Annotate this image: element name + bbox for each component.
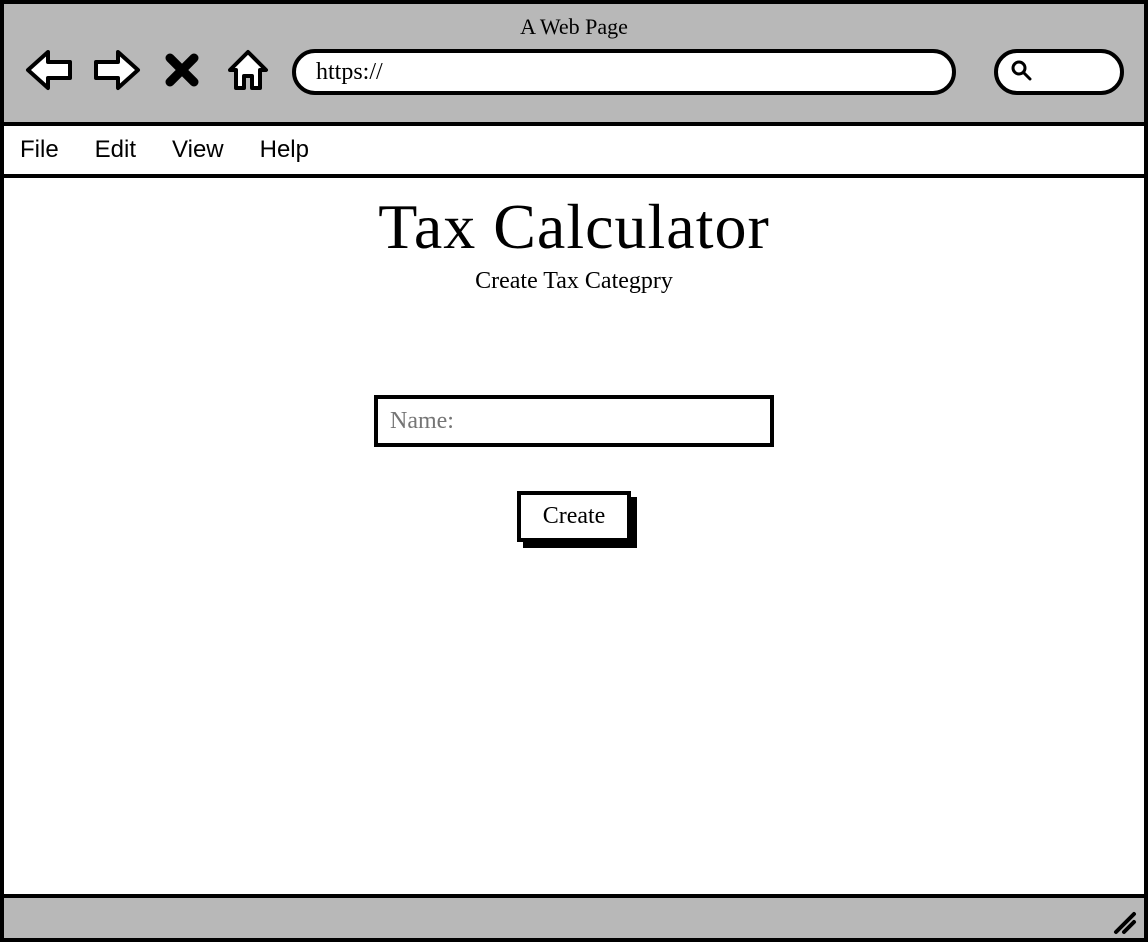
arrow-right-icon — [90, 48, 142, 97]
home-icon — [226, 48, 270, 97]
menu-item-help[interactable]: Help — [260, 136, 309, 164]
page-content: Tax Calculator Create Tax Categpry Creat… — [4, 178, 1144, 894]
forward-button[interactable] — [90, 46, 142, 98]
browser-chrome: A Web Page — [4, 4, 1144, 126]
menu-item-file[interactable]: File — [20, 136, 59, 164]
menu-item-edit[interactable]: Edit — [95, 136, 136, 164]
menu-item-view[interactable]: View — [172, 136, 224, 164]
browser-page-title: A Web Page — [24, 10, 1124, 46]
page-title: Tax Calculator — [378, 190, 770, 264]
home-button[interactable] — [222, 46, 274, 98]
create-form: Create — [374, 395, 774, 542]
x-icon — [164, 52, 200, 93]
resize-grip-icon[interactable] — [1108, 906, 1138, 936]
url-text: https:// — [316, 59, 383, 86]
name-field[interactable] — [374, 395, 774, 447]
status-bar — [4, 894, 1144, 938]
nav-icons — [24, 46, 274, 98]
page-subtitle: Create Tax Categpry — [475, 268, 673, 295]
back-button[interactable] — [24, 46, 76, 98]
arrow-left-icon — [24, 48, 76, 97]
create-button[interactable]: Create — [517, 491, 632, 542]
menu-bar: File Edit View Help — [4, 126, 1144, 178]
search-input[interactable] — [994, 49, 1124, 95]
browser-window: A Web Page — [0, 0, 1148, 942]
create-button-wrap: Create — [517, 491, 632, 542]
url-input[interactable]: https:// — [292, 49, 956, 95]
browser-toolbar: https:// — [24, 46, 1124, 98]
stop-button[interactable] — [156, 46, 208, 98]
search-icon — [1010, 59, 1032, 86]
